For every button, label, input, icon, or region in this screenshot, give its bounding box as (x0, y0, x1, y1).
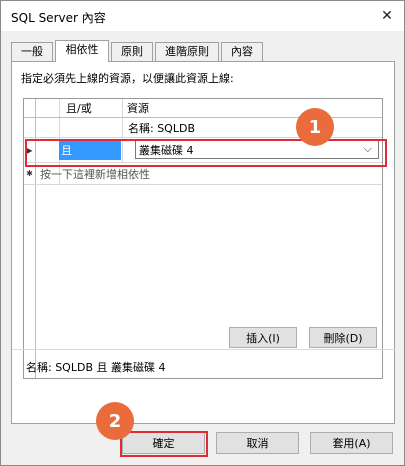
column-divider (122, 99, 123, 117)
tab-dependencies[interactable]: 相依性 (55, 40, 109, 62)
tab-properties[interactable]: 內容 (221, 42, 263, 61)
tab-advanced-policies[interactable]: 進階原則 (155, 42, 219, 61)
cancel-button[interactable]: 取消 (216, 432, 299, 454)
column-header-resource[interactable]: 資源 (127, 99, 149, 117)
delete-button[interactable]: 刪除(D) (309, 327, 377, 348)
highlight-box-ok-button (120, 431, 208, 457)
highlight-box-dependency-row (25, 139, 387, 167)
apply-button[interactable]: 套用(A) (310, 432, 393, 454)
callout-badge-2: 2 (96, 402, 134, 440)
close-icon: ✕ (381, 8, 393, 24)
window-title: SQL Server 內容 (11, 11, 106, 25)
row-header[interactable] (24, 118, 36, 137)
insert-button[interactable]: 插入(I) (229, 327, 297, 348)
tab-policies[interactable]: 原則 (111, 42, 153, 61)
column-divider (122, 118, 123, 137)
properties-window: SQL Server 內容 ✕ 一般 相依性 原則 進階原則 內容 指定必須先上… (0, 0, 405, 466)
tab-general[interactable]: 一般 (11, 42, 53, 61)
dependencies-panel: 指定必須先上線的資源，以便讓此資源上線: 且/或 資源 名稱: SQLDB ▶ (11, 61, 396, 424)
grid-header-corner (24, 99, 36, 117)
divider (12, 349, 396, 350)
close-button[interactable]: ✕ (372, 2, 402, 30)
column-header-and-or[interactable]: 且/或 (66, 99, 92, 117)
instruction-text: 指定必須先上線的資源，以便讓此資源上線: (21, 72, 234, 85)
resource-cell[interactable]: 名稱: SQLDB (128, 118, 195, 137)
dependency-summary: 名稱: SQLDB 且 叢集磁碟 4 (26, 361, 166, 374)
callout-badge-1: 1 (296, 108, 334, 146)
title-bar: SQL Server 內容 ✕ (1, 1, 404, 31)
column-divider (59, 118, 60, 137)
column-divider (59, 99, 60, 117)
